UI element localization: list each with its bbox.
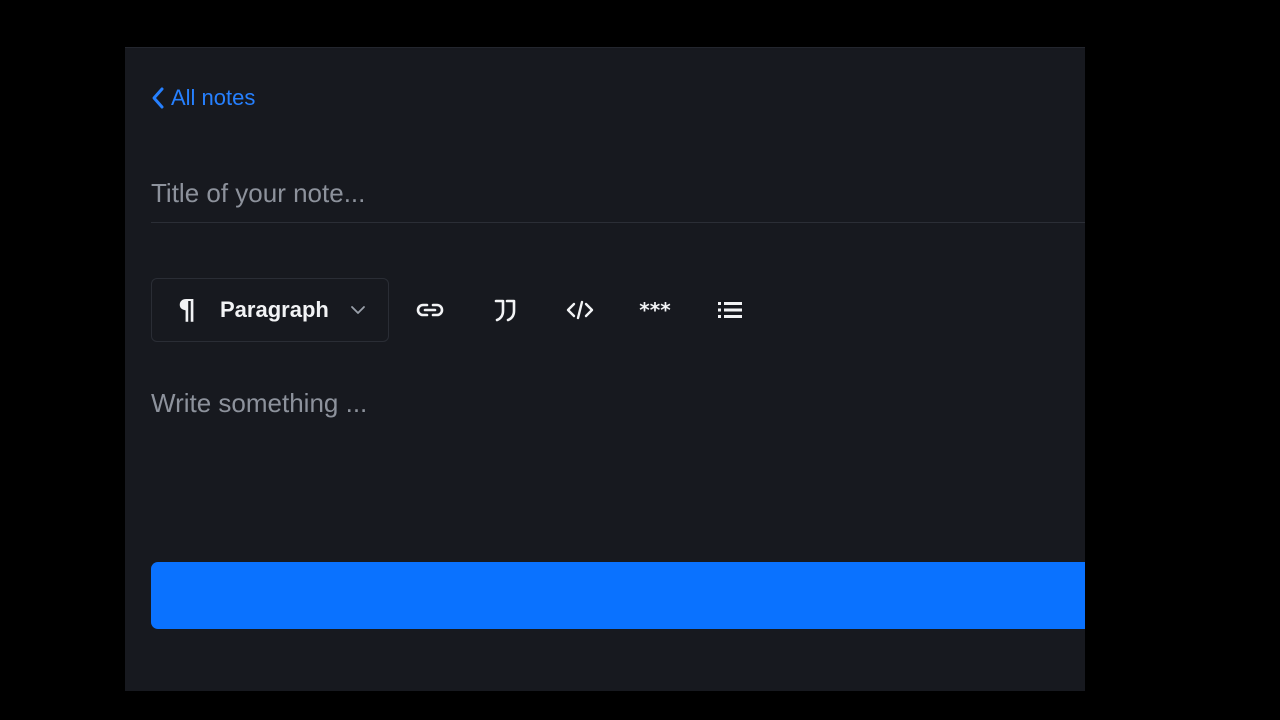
horizontal-rule-label: ***	[639, 298, 671, 322]
all-notes-label: All notes	[171, 85, 256, 110]
note-title-input[interactable]	[151, 173, 1085, 213]
link-icon	[416, 303, 444, 317]
code-icon	[566, 300, 594, 320]
title-divider	[151, 222, 1085, 223]
pilcrow-icon: ¶	[178, 293, 196, 326]
chevron-down-icon	[351, 306, 365, 314]
formatting-toolbar: ¶ Paragraph ***	[151, 277, 754, 343]
block-type-select[interactable]: ¶ Paragraph	[151, 278, 389, 342]
quote-icon	[494, 299, 516, 322]
block-type-label: Paragraph	[220, 297, 329, 322]
insert-link-button[interactable]	[406, 286, 454, 334]
chevron-left-icon	[152, 87, 164, 109]
note-body-input[interactable]	[151, 388, 1071, 518]
note-editor-panel: All notes ¶ Paragraph	[125, 47, 1085, 691]
all-notes-link[interactable]: All notes	[151, 83, 255, 113]
code-block-button[interactable]	[556, 286, 604, 334]
horizontal-rule-button[interactable]: ***	[631, 286, 679, 334]
save-note-button[interactable]	[151, 562, 1085, 629]
bullet-list-button[interactable]	[706, 286, 754, 334]
blockquote-button[interactable]	[481, 286, 529, 334]
list-icon	[718, 302, 742, 318]
